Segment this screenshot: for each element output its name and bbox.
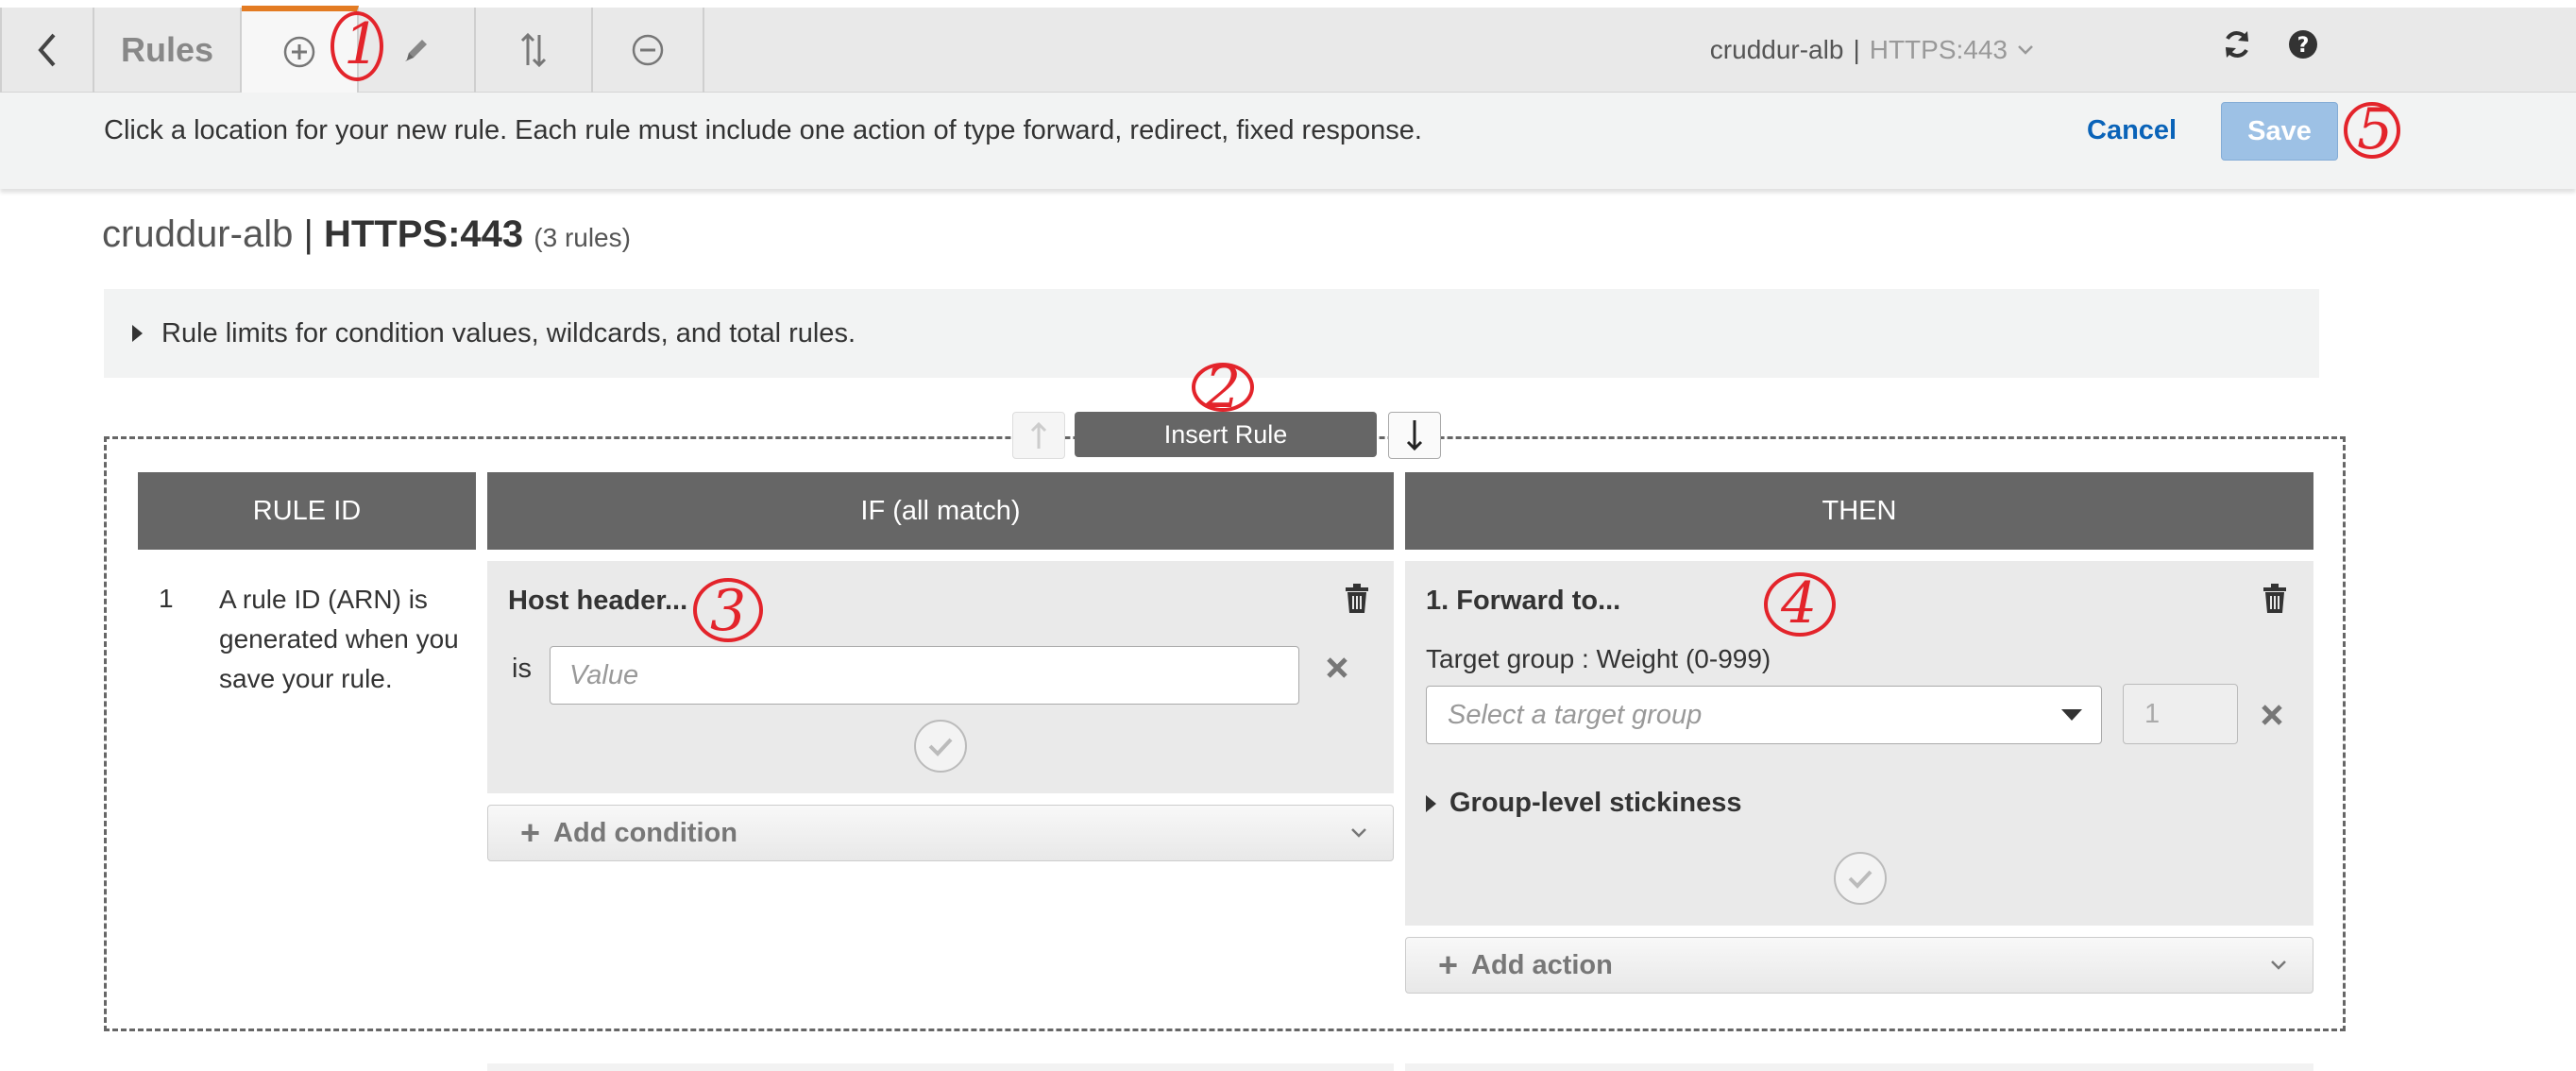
heading-port: HTTPS:443: [323, 213, 524, 255]
listener-lb-name: cruddur-alb: [1709, 35, 1844, 64]
heading-lb-name: cruddur-alb: [102, 213, 294, 255]
annotation-4: 4: [1781, 570, 1818, 637]
refresh-button[interactable]: [2221, 28, 2253, 65]
cancel-button[interactable]: Cancel: [2087, 115, 2177, 146]
reorder-rules-tab[interactable]: [476, 8, 593, 93]
remove-value-button[interactable]: [1326, 652, 1348, 687]
help-button[interactable]: ?: [2287, 28, 2319, 65]
listener-port: HTTPS:443: [1869, 35, 2008, 64]
arrow-up-icon: [1030, 421, 1047, 449]
save-button[interactable]: Save: [2221, 102, 2338, 161]
delete-condition-button[interactable]: [1345, 584, 1369, 619]
dropdown-caret-icon: [2061, 709, 2082, 721]
target-group-label: Target group : Weight (0-999): [1426, 644, 1771, 673]
rules-title: Rules: [94, 8, 242, 93]
refresh-icon: [2226, 31, 2248, 58]
instruction-text: Click a location for your new rule. Each…: [104, 115, 1422, 145]
group-stickiness-expander[interactable]: Group-level stickiness: [1426, 788, 1741, 819]
page-title: cruddur-alb | HTTPS:443 (3 rules): [102, 213, 631, 256]
next-rule-if-stub: [487, 1063, 1394, 1071]
plus-icon: +: [520, 813, 541, 852]
close-icon: [1327, 657, 1347, 678]
confirm-action-button[interactable]: [1834, 852, 1887, 905]
condition-operator: is: [512, 654, 532, 684]
chevron-down-icon: [1351, 828, 1366, 838]
listener-separator: |: [1853, 35, 1860, 64]
heading-separator: |: [303, 213, 314, 255]
help-icon: ?: [2289, 30, 2317, 59]
move-up-button[interactable]: [1012, 412, 1065, 459]
chevron-down-icon: [2271, 960, 2286, 970]
move-down-button[interactable]: [1388, 412, 1441, 459]
annotation-5: 5: [2357, 96, 2394, 162]
svg-text:?: ?: [2297, 34, 2310, 58]
condition-title: Host header...: [508, 586, 688, 616]
delete-rule-tab[interactable]: [593, 8, 704, 93]
reorder-arrows-icon: [520, 32, 547, 68]
rule-id-description: A rule ID (ARN) is generated when you sa…: [219, 585, 459, 693]
trash-icon: [2263, 584, 2286, 613]
toolbar: Rules cruddur-alb | HTTPS:443 ?: [0, 6, 2576, 93]
annotation-3: 3: [710, 578, 747, 644]
chevron-left-icon: [38, 33, 56, 67]
column-header-then: THEN: [1405, 472, 2313, 550]
weight-input[interactable]: 1: [2123, 684, 2238, 744]
pencil-icon: [405, 40, 427, 61]
rule-number: 1: [159, 584, 174, 613]
target-group-placeholder: Select a target group: [1448, 699, 1703, 730]
add-condition-label: Add condition: [553, 817, 737, 848]
plus-icon: +: [1438, 945, 1459, 984]
listener-selector[interactable]: cruddur-alb | HTTPS:443: [1710, 8, 2034, 93]
column-header-if: IF (all match): [487, 472, 1394, 550]
trash-icon: [1346, 584, 1368, 613]
add-action-button[interactable]: + Add action: [1405, 937, 2313, 994]
confirm-condition-button[interactable]: [914, 720, 967, 773]
caret-right-icon: [132, 325, 143, 342]
delete-action-button[interactable]: [2262, 584, 2287, 619]
rule-count: (3 rules): [534, 223, 631, 252]
checkmark-icon: [1848, 870, 1873, 889]
add-action-label: Add action: [1471, 949, 1613, 980]
back-button[interactable]: [0, 8, 94, 93]
target-group-select[interactable]: Select a target group: [1426, 686, 2102, 744]
rule-limits-text: Rule limits for condition values, wildca…: [161, 317, 856, 348]
caret-right-icon: [1426, 794, 1436, 812]
column-header-rule-id: RULE ID: [138, 472, 476, 550]
arrow-down-icon: [1406, 420, 1423, 451]
annotation-1: 1: [344, 11, 381, 77]
minus-circle-icon: [632, 34, 664, 66]
chevron-down-icon: [2018, 45, 2033, 55]
group-stickiness-label: Group-level stickiness: [1449, 788, 1742, 818]
plus-circle-icon: [283, 36, 315, 68]
condition-value-input[interactable]: [550, 646, 1299, 705]
action-title: 1. Forward to...: [1426, 586, 1621, 616]
next-rule-then-stub: [1405, 1063, 2313, 1071]
close-icon: [2262, 705, 2282, 725]
remove-target-button[interactable]: [2261, 699, 2283, 734]
add-condition-button[interactable]: + Add condition: [487, 805, 1394, 861]
checkmark-icon: [928, 738, 953, 756]
annotation-2: 2: [1205, 355, 1242, 421]
